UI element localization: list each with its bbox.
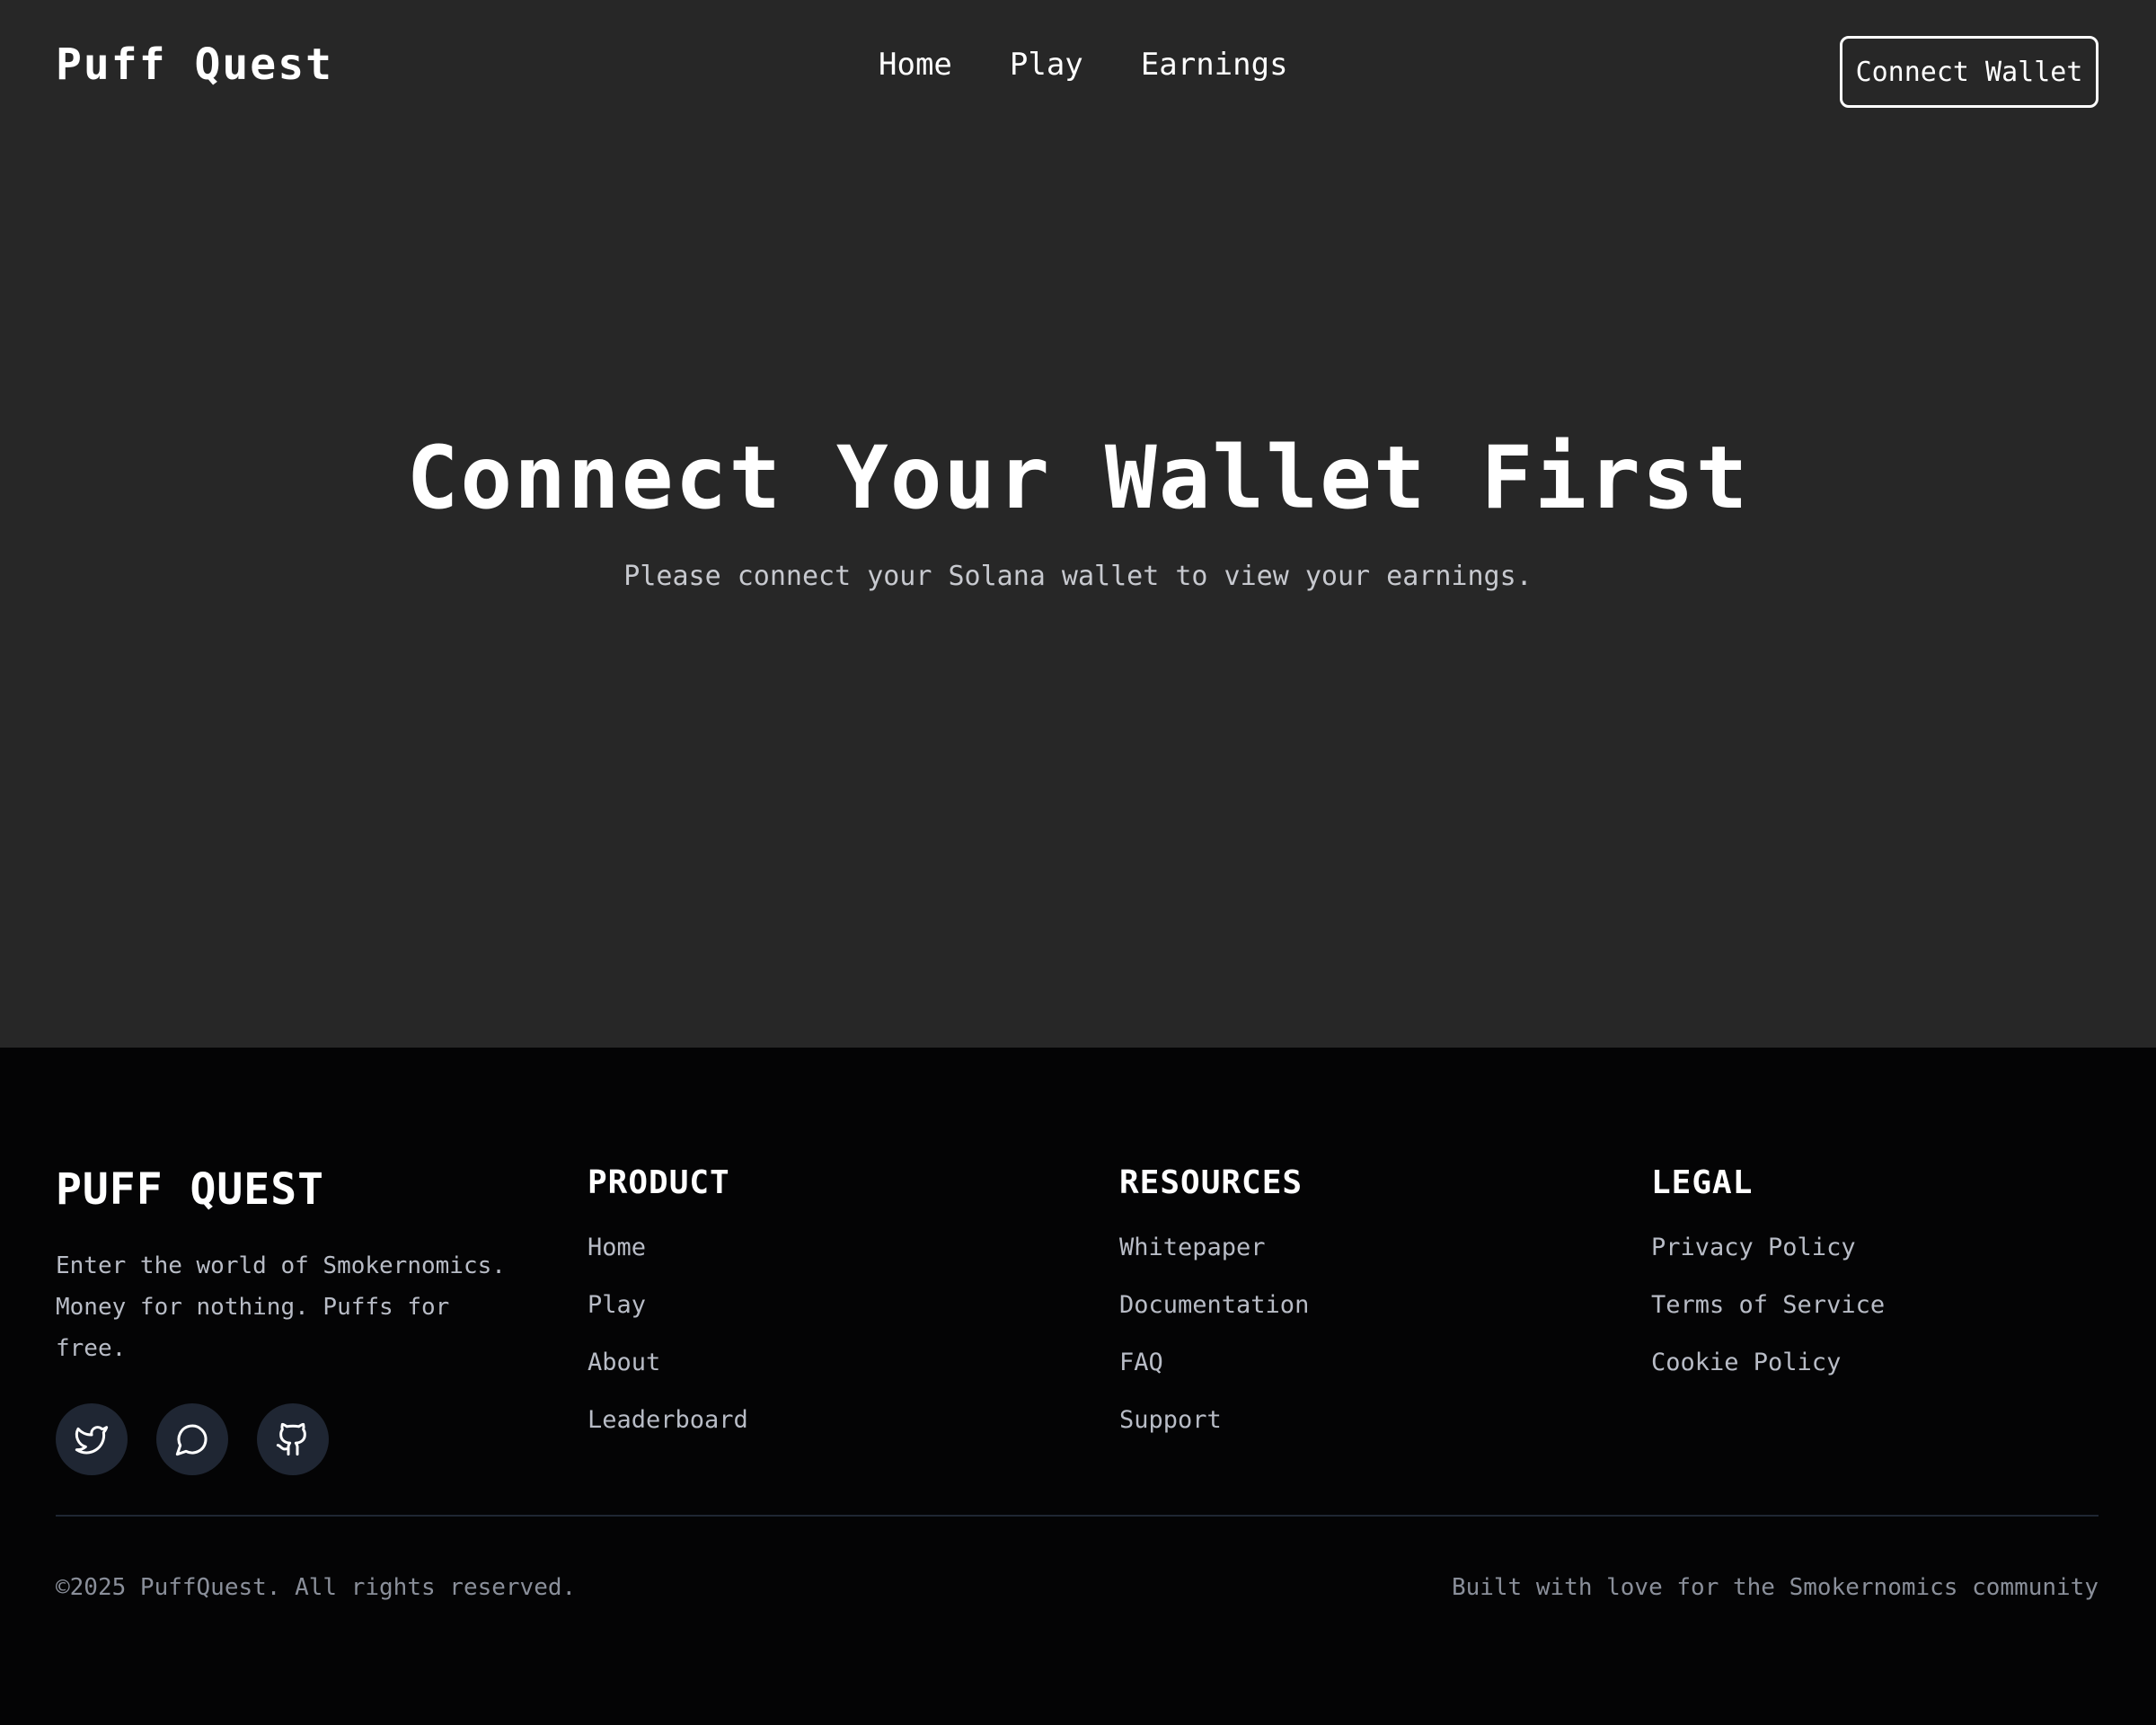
nav-home[interactable]: Home	[879, 47, 952, 83]
built-with-text: Built with love for the Smokernomics com…	[1451, 1574, 2099, 1601]
copyright-text: ©2025 PuffQuest. All rights reserved.	[56, 1574, 577, 1601]
link-list: Privacy Policy Terms of Service Cookie P…	[1651, 1234, 1885, 1406]
footer-link-leaderboard[interactable]: Leaderboard	[588, 1406, 748, 1464]
twitter-icon	[75, 1426, 109, 1455]
footer-link-support[interactable]: Support	[1119, 1406, 1309, 1464]
footer-brand: PUFF QUEST	[56, 1164, 324, 1215]
main-content: Connect Your Wallet First Please connect…	[0, 142, 2156, 1048]
connect-wallet-button[interactable]: Connect Wallet	[1840, 36, 2099, 108]
github-icon	[276, 1422, 306, 1456]
footer-column-resources: RESOURCES Whitepaper Documentation FAQ S…	[1119, 1164, 1309, 1464]
site-header: Puff Quest Home Play Earnings Connect Wa…	[0, 0, 2156, 142]
footer-column-legal: LEGAL Privacy Policy Terms of Service Co…	[1651, 1164, 1885, 1406]
footer-link-cookies[interactable]: Cookie Policy	[1651, 1349, 1885, 1406]
page-title: Connect Your Wallet First	[406, 428, 1750, 528]
column-heading: PRODUCT	[588, 1164, 730, 1201]
social-links	[56, 1403, 523, 1475]
brand-logo[interactable]: Puff Quest	[56, 40, 333, 90]
footer-link-play[interactable]: Play	[588, 1291, 748, 1349]
footer-tagline: Enter the world of Smokernomics. Money f…	[56, 1252, 506, 1362]
site-footer: PUFF QUEST Enter the world of Smokernomi…	[0, 1048, 2156, 1725]
main-nav: Home Play Earnings	[879, 47, 1288, 83]
twitter-button[interactable]	[56, 1403, 128, 1475]
link-list: Whitepaper Documentation FAQ Support	[1119, 1234, 1309, 1464]
footer-link-whitepaper[interactable]: Whitepaper	[1119, 1234, 1309, 1291]
column-heading: RESOURCES	[1119, 1164, 1303, 1201]
footer-link-documentation[interactable]: Documentation	[1119, 1291, 1309, 1349]
column-heading: LEGAL	[1651, 1164, 1754, 1201]
github-button[interactable]	[257, 1403, 329, 1475]
footer-link-home[interactable]: Home	[588, 1234, 748, 1291]
nav-play[interactable]: Play	[1010, 47, 1083, 83]
page-subtitle: Please connect your Solana wallet to vie…	[623, 561, 1533, 592]
footer-link-faq[interactable]: FAQ	[1119, 1349, 1309, 1406]
link-list: Home Play About Leaderboard	[588, 1234, 748, 1464]
chat-icon	[175, 1424, 208, 1456]
footer-link-terms[interactable]: Terms of Service	[1651, 1291, 1885, 1349]
footer-link-about[interactable]: About	[588, 1349, 748, 1406]
nav-earnings[interactable]: Earnings	[1141, 47, 1288, 83]
footer-brand-column: PUFF QUEST Enter the world of Smokernomi…	[56, 1164, 523, 1475]
footer-divider	[56, 1515, 2099, 1517]
footer-link-privacy[interactable]: Privacy Policy	[1651, 1234, 1885, 1291]
footer-column-product: PRODUCT Home Play About Leaderboard	[588, 1164, 748, 1464]
chat-button[interactable]	[156, 1403, 228, 1475]
